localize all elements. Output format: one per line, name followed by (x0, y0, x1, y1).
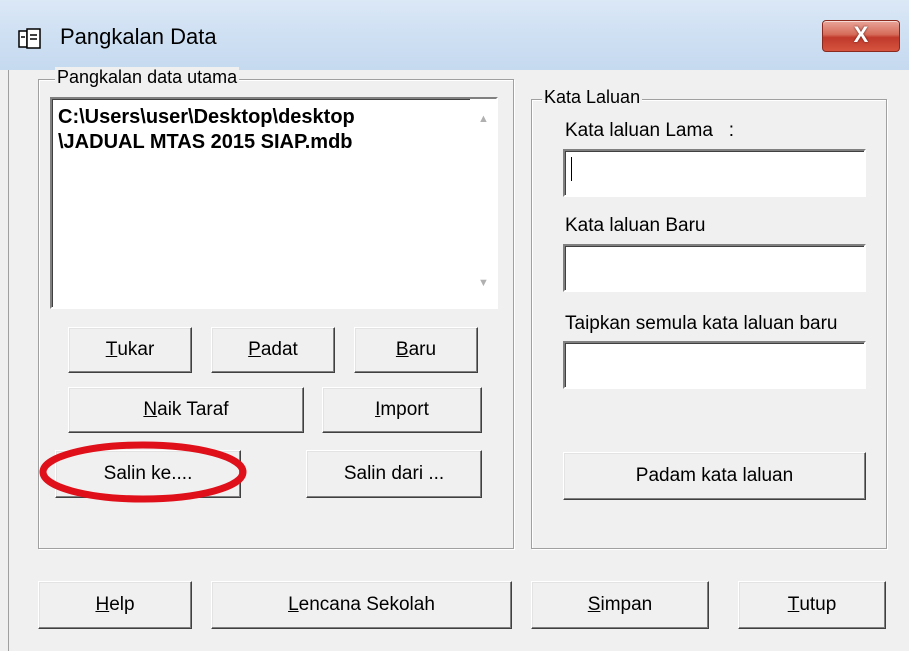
text-caret (571, 157, 572, 181)
main-database-legend: Pangkalan data utama (55, 67, 240, 88)
new-password-input[interactable] (563, 244, 866, 292)
window-title: Pangkalan Data (60, 24, 217, 49)
retype-password-input[interactable] (563, 341, 866, 389)
password-legend: Kata Laluan (542, 87, 643, 108)
close-icon: X (853, 22, 869, 47)
path-line-1: C:\Users\user\Desktop\desktop (58, 106, 355, 128)
vertical-scrollbar[interactable]: ▲ ▼ (470, 99, 496, 307)
app-icon (18, 28, 41, 49)
salin-ke-button[interactable]: Salin ke.... (55, 450, 241, 498)
salin-dari-button[interactable]: Salin dari ... (306, 450, 482, 498)
old-password-input[interactable] (563, 149, 866, 197)
tukar-button[interactable]: Tukar (68, 327, 192, 373)
padam-kata-laluan-button[interactable]: Padam kata laluan (563, 452, 866, 500)
import-button[interactable]: Import (322, 387, 482, 433)
old-password-label: Kata laluan Lama : (565, 120, 734, 141)
title-bar[interactable]: Pangkalan Data X (0, 0, 909, 70)
database-path-listbox[interactable]: C:\Users\user\Desktop\desktop \JADUAL MT… (50, 97, 498, 309)
simpan-button[interactable]: Simpan (531, 581, 709, 629)
retype-password-label: Taipkan semula kata laluan baru (565, 313, 838, 334)
database-path-text: C:\Users\user\Desktop\desktop \JADUAL MT… (58, 105, 355, 155)
help-button[interactable]: Help (38, 581, 192, 629)
lencana-sekolah-button[interactable]: Lencana Sekolah (211, 581, 512, 629)
new-password-label: Kata laluan Baru (565, 215, 706, 236)
scroll-down-arrow-icon[interactable]: ▼ (478, 277, 489, 289)
padat-button[interactable]: Padat (211, 327, 335, 373)
tutup-button[interactable]: Tutup (738, 581, 886, 629)
naik-taraf-button[interactable]: Naik Taraf (68, 387, 304, 433)
close-button[interactable]: X (822, 20, 900, 52)
scroll-up-arrow-icon[interactable]: ▲ (478, 113, 489, 125)
path-line-2: \JADUAL MTAS 2015 SIAP.mdb (58, 131, 353, 153)
baru-button[interactable]: Baru (354, 327, 478, 373)
